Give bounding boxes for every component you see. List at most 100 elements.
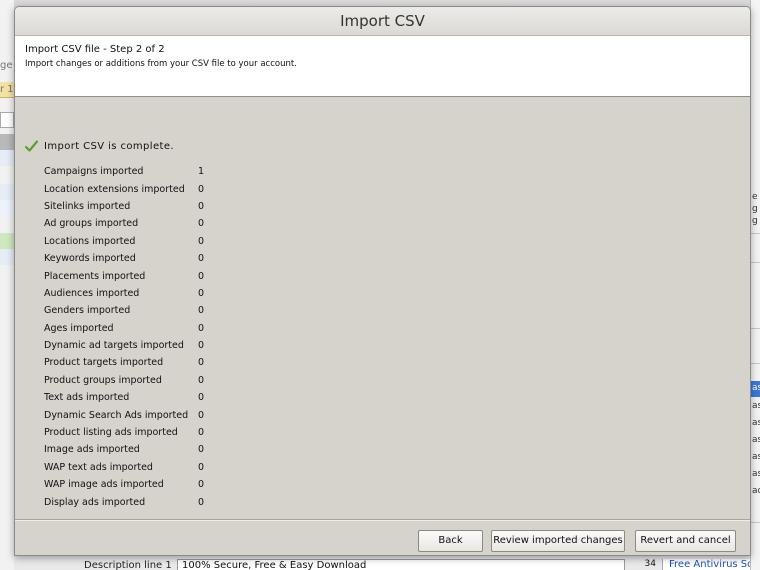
result-label: Dynamic ad targets imported <box>44 340 184 352</box>
dialog-title: Import CSV <box>15 7 750 36</box>
import-status-text: Import CSV is complete. <box>44 140 174 152</box>
result-label: Display ads imported <box>44 496 146 508</box>
result-label: Product listing ads imported <box>44 427 178 439</box>
step-subtitle: Import changes or additions from your CS… <box>25 59 297 69</box>
result-row: Genders imported 0 <box>44 302 228 319</box>
result-row: Display ads imported 0 <box>44 493 228 510</box>
background-description-row: Description line 1 100% Secure, Free & E… <box>14 556 750 570</box>
background-text-fragment: ge <box>0 60 13 71</box>
result-label: Keywords imported <box>44 253 136 265</box>
checkmark-icon <box>25 140 38 152</box>
background-table-header <box>0 134 14 150</box>
step-title: Import CSV file - Step 2 of 2 <box>25 44 165 55</box>
dialog-content: Import CSV is complete. Campaigns import… <box>15 97 750 519</box>
import-csv-dialog: Import CSV Import CSV file - Step 2 of 2… <box>14 6 751 556</box>
back-button[interactable]: Back <box>418 530 483 552</box>
background-text-fragment: g <box>752 216 758 226</box>
background-table-row <box>0 249 14 265</box>
background-table-row <box>0 233 14 249</box>
result-row: Ages imported 0 <box>44 320 228 337</box>
result-label: WAP image ads imported <box>44 479 164 491</box>
background-table-row <box>0 184 14 200</box>
background-right-panel: e g g as as as as as as ad <box>750 0 760 570</box>
result-value: 0 <box>198 357 205 369</box>
result-label: Placements imported <box>44 270 146 282</box>
import-status: Import CSV is complete. <box>25 140 174 152</box>
result-value: 0 <box>198 287 205 299</box>
background-list-fragment: as <box>752 401 760 411</box>
result-row: Audiences imported 0 <box>44 285 228 302</box>
result-value: 0 <box>198 409 205 421</box>
result-label: Genders imported <box>44 305 131 317</box>
background-table-row <box>0 200 14 216</box>
result-row: Product groups imported 0 <box>44 372 228 389</box>
result-label: Ad groups imported <box>44 218 139 230</box>
result-value: 0 <box>198 374 205 386</box>
description-line-label: Description line 1 <box>84 560 172 570</box>
background-list-fragment: as <box>752 383 760 393</box>
background-table-row <box>0 150 14 166</box>
result-row: Locations imported 0 <box>44 233 228 250</box>
result-value: 0 <box>198 305 205 317</box>
result-value: 0 <box>198 427 205 439</box>
result-row: Dynamic Search Ads imported 0 <box>44 406 228 423</box>
background-list-fragment: as <box>752 418 760 428</box>
background-list-fragment: as <box>752 469 760 479</box>
result-label: Location extensions imported <box>44 183 185 195</box>
background-left-panel: ge r 1 <box>0 0 14 570</box>
result-label: Image ads imported <box>44 444 140 456</box>
result-value: 0 <box>198 479 205 491</box>
result-value: 0 <box>198 218 205 230</box>
ad-preview-text: Free Antivirus Soft <box>662 559 750 570</box>
description-char-count: 34 <box>644 559 656 569</box>
result-value: 0 <box>198 253 205 265</box>
result-label: Text ads imported <box>44 392 130 404</box>
background-input <box>0 112 14 128</box>
result-row: Campaigns imported 1 <box>44 163 228 180</box>
result-row: Dynamic ad targets imported 0 <box>44 337 228 354</box>
result-label: WAP text ads imported <box>44 461 153 473</box>
result-row: WAP text ads imported 0 <box>44 459 228 476</box>
result-value: 1 <box>198 166 205 178</box>
dialog-footer: Back Review imported changes Revert and … <box>15 519 750 555</box>
background-text-fragment: e <box>752 192 758 202</box>
result-label: Locations imported <box>44 235 136 247</box>
result-row: Image ads imported 0 <box>44 441 228 458</box>
result-label: Dynamic Search Ads imported <box>44 409 189 421</box>
result-row: Location extensions imported 0 <box>44 180 228 197</box>
description-line-input[interactable]: 100% Secure, Free & Easy Download <box>177 559 625 570</box>
result-value: 0 <box>198 340 205 352</box>
result-row: WAP image ads imported 0 <box>44 476 228 493</box>
background-list-fragment: as <box>752 435 760 445</box>
background-text-fragment: g <box>752 204 758 214</box>
result-value: 0 <box>198 270 205 282</box>
result-row: Placements imported 0 <box>44 267 228 284</box>
result-label: Product groups imported <box>44 374 162 386</box>
revert-and-cancel-button[interactable]: Revert and cancel <box>635 530 736 552</box>
result-value: 0 <box>198 496 205 508</box>
result-label: Ages imported <box>44 322 114 334</box>
result-row: Keywords imported 0 <box>44 250 228 267</box>
result-value: 0 <box>198 322 205 334</box>
result-value: 0 <box>198 392 205 404</box>
result-value: 0 <box>198 461 205 473</box>
result-label: Product targets imported <box>44 357 164 369</box>
result-label: Sitelinks imported <box>44 200 131 212</box>
dialog-header: Import CSV file - Step 2 of 2 Import cha… <box>15 36 750 97</box>
result-value: 0 <box>198 183 205 195</box>
result-row: Product listing ads imported 0 <box>44 424 228 441</box>
result-value: 0 <box>198 444 205 456</box>
import-results-list: Campaigns imported 1 Location extensions i… <box>44 163 228 511</box>
result-row: Text ads imported 0 <box>44 389 228 406</box>
result-row: Ad groups imported 0 <box>44 215 228 232</box>
background-list-fragment: as <box>752 452 760 462</box>
result-value: 0 <box>198 235 205 247</box>
result-value: 0 <box>198 200 205 212</box>
background-text-fragment: r 1 <box>0 84 14 95</box>
result-label: Campaigns imported <box>44 166 144 178</box>
result-row: Sitelinks imported 0 <box>44 198 228 215</box>
result-label: Audiences imported <box>44 287 140 299</box>
result-row: Product targets imported 0 <box>44 354 228 371</box>
review-imported-changes-button[interactable]: Review imported changes <box>491 530 625 552</box>
background-list-fragment: ad <box>752 486 760 496</box>
